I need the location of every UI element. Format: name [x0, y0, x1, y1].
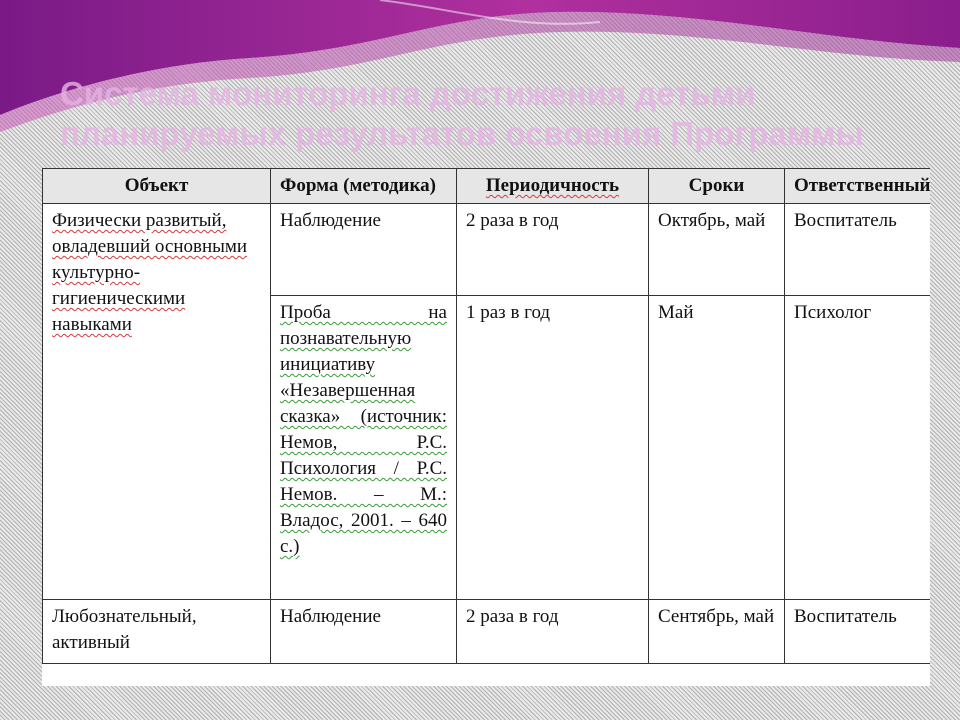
header-responsible: Ответственный	[784, 168, 930, 204]
cell-object: Физически развитый, овладевший основными…	[42, 203, 271, 600]
monitoring-table-container: Объект Форма (методика) Периодичность Ср…	[42, 168, 930, 686]
header-dates: Сроки	[648, 168, 785, 204]
cell-dates: Октябрь, май	[648, 203, 785, 296]
table-row: Любознательный, активный Наблюдение 2 ра…	[42, 599, 930, 664]
table-row: Физически развитый, овладевший основными…	[42, 203, 930, 600]
cell-form: Наблюдение	[270, 203, 457, 296]
header-period-text: Периодичность	[485, 175, 620, 196]
cell-form-text: Проба на познавательную инициативу «Неза…	[280, 302, 447, 557]
cell-responsible: Воспитатель	[784, 203, 930, 296]
cell-period: 2 раза в год	[456, 203, 649, 296]
header-object: Объект	[42, 168, 271, 204]
cell-dates: Май	[648, 295, 785, 600]
cell-object: Любознательный, активный	[42, 599, 271, 664]
cell-period: 2 раза в год	[456, 599, 649, 664]
cell-dates: Сентябрь, май	[648, 599, 785, 664]
cell-responsible: Воспитатель	[784, 599, 930, 664]
table-header-row: Объект Форма (методика) Периодичность Ср…	[42, 168, 930, 204]
cell-object-text: Физически развитый, овладевший основными…	[52, 210, 248, 335]
cell-form: Проба на познавательную инициативу «Неза…	[270, 295, 457, 600]
monitoring-table: Объект Форма (методика) Периодичность Ср…	[42, 168, 930, 664]
cell-responsible: Психолог	[784, 295, 930, 600]
cell-period: 1 раз в год	[456, 295, 649, 600]
header-period: Периодичность	[456, 168, 649, 204]
slide-title: Система мониторинга достижения детьми пл…	[60, 75, 864, 152]
header-form: Форма (методика)	[270, 168, 457, 204]
cell-form: Наблюдение	[270, 599, 457, 664]
